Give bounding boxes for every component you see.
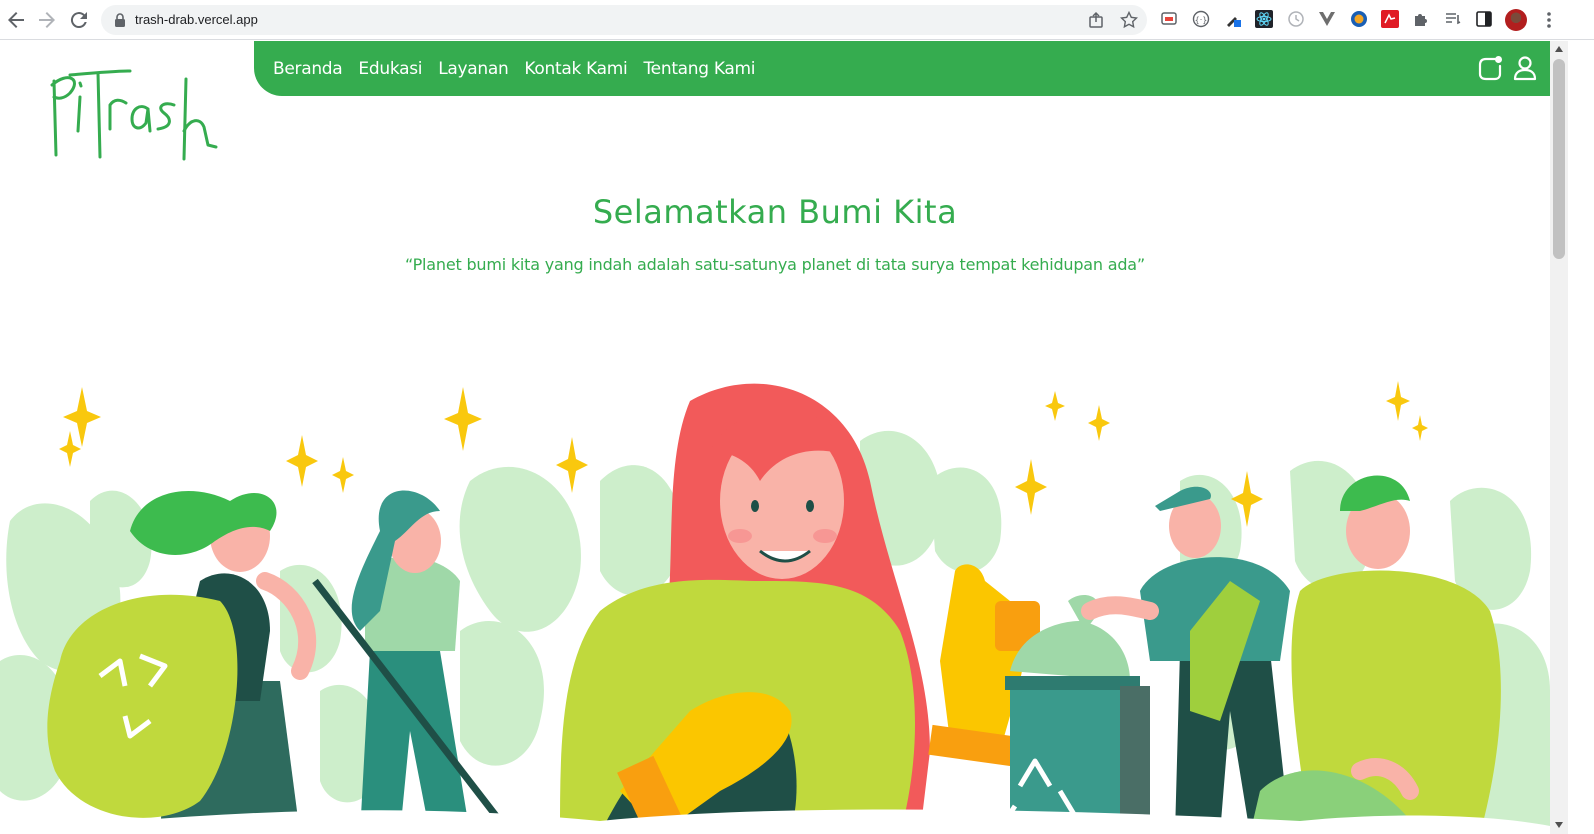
nav-link-beranda[interactable]: Beranda — [273, 59, 343, 79]
top-navbar: Beranda Edukasi Layanan Kontak Kami Tent… — [254, 41, 1550, 96]
window-edge — [1568, 41, 1594, 834]
react-devtools-icon[interactable] — [1255, 10, 1273, 28]
reload-icon — [70, 12, 87, 29]
page-viewport: Beranda Edukasi Layanan Kontak Kami Tent… — [0, 41, 1550, 834]
scroll-down-icon[interactable] — [1554, 821, 1564, 829]
scroll-thumb[interactable] — [1553, 59, 1565, 259]
nav-link-tentang-kami[interactable]: Tentang Kami — [643, 59, 755, 79]
nav-links: Beranda Edukasi Layanan Kontak Kami Tent… — [273, 59, 756, 79]
nav-link-edukasi[interactable]: Edukasi — [358, 59, 422, 79]
hero-illustration — [0, 381, 1550, 834]
person-red-hair — [560, 383, 1040, 834]
share-icon[interactable] — [1088, 11, 1106, 29]
site-logo[interactable] — [48, 69, 220, 161]
svg-text:{·}: {·} — [1195, 16, 1208, 25]
nav-link-layanan[interactable]: Layanan — [438, 59, 509, 79]
reading-list-icon[interactable] — [1444, 10, 1462, 28]
browser-toolbar: trash-drab.vercel.app {·} — [0, 0, 1594, 40]
hero-subtitle: “Planet bumi kita yang indah adalah satu… — [405, 255, 1145, 274]
nav-link-kontak-kami[interactable]: Kontak Kami — [524, 59, 627, 79]
lock-icon — [115, 13, 125, 27]
puzzle-extensions-icon[interactable] — [1412, 10, 1430, 28]
arrow-left-icon — [8, 12, 24, 28]
reload-button[interactable] — [67, 8, 91, 32]
page-scrollbar[interactable] — [1550, 41, 1568, 834]
devtools-extension-icon[interactable]: {·} — [1192, 10, 1210, 28]
address-bar[interactable]: trash-drab.vercel.app — [101, 5, 1147, 35]
user-icon[interactable] — [1512, 55, 1538, 81]
timer-extension-icon[interactable] — [1287, 10, 1305, 28]
side-panel-icon[interactable] — [1475, 10, 1493, 28]
cart-icon[interactable] — [1477, 55, 1503, 81]
profile-avatar[interactable] — [1505, 9, 1527, 31]
arrow-right-icon — [39, 12, 55, 28]
pdf-extension-icon[interactable] — [1381, 10, 1399, 28]
scroll-up-icon[interactable] — [1554, 45, 1564, 53]
url-text: trash-drab.vercel.app — [135, 12, 258, 27]
color-picker-extension-icon[interactable] — [1224, 10, 1242, 28]
vue-devtools-icon[interactable] — [1318, 10, 1336, 28]
cast-extension-icon[interactable] — [1160, 10, 1178, 28]
forward-button[interactable] — [35, 8, 59, 32]
more-menu-icon[interactable] — [1540, 10, 1558, 30]
back-button[interactable] — [4, 8, 28, 32]
vpn-extension-icon[interactable] — [1350, 10, 1368, 28]
star-icon[interactable] — [1120, 11, 1138, 29]
hero-title: Selamatkan Bumi Kita — [592, 193, 958, 231]
